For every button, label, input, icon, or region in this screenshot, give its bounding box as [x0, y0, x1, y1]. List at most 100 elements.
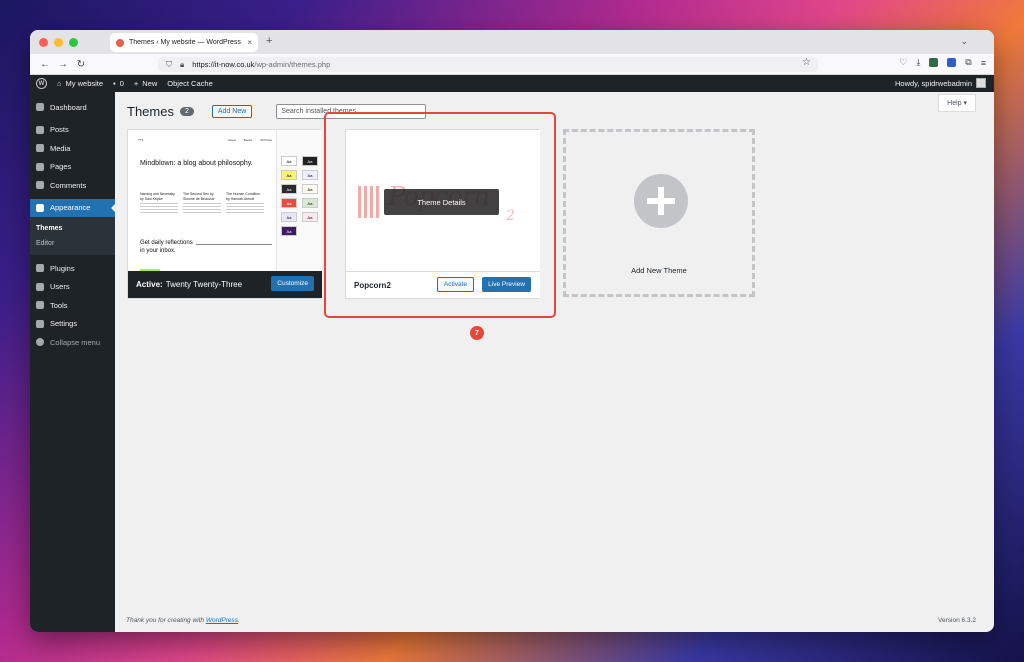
sidebar-item-users[interactable]: Users	[30, 278, 115, 297]
reload-icon[interactable]: ↻	[72, 59, 90, 70]
sidebar-item-posts[interactable]: Posts	[30, 121, 115, 140]
step-marker: 7	[470, 326, 484, 340]
style-swatch: Aa	[302, 198, 318, 208]
footer-thanks: Thank you for creating with WordPress.	[126, 617, 240, 624]
appearance-submenu: Themes Editor	[30, 217, 115, 255]
active-theme-name: Twenty Twenty-Three	[165, 280, 243, 289]
howdy-text: Howdy, spidrwebadmin	[895, 78, 972, 88]
pin-icon	[36, 125, 44, 134]
extensions-puzzle-icon[interactable]: ⧉	[965, 57, 971, 68]
style-swatch: Aa	[281, 184, 297, 194]
extension-blue-icon[interactable]	[947, 58, 957, 67]
pocket-icon[interactable]: ♡	[899, 57, 907, 68]
back-icon[interactable]: ←	[36, 59, 54, 70]
sidebar-item-plugins[interactable]: Plugins	[30, 259, 115, 278]
sidebar-item-label: Posts	[50, 125, 69, 135]
page-icon	[36, 162, 44, 171]
style-swatch: Aa	[281, 170, 297, 180]
users-icon	[36, 282, 44, 291]
theme-screenshot[interactable]: TT3 About Books All Posts Mindblown: a blo…	[128, 130, 322, 271]
sidebar-item-tools[interactable]: Tools	[30, 296, 115, 315]
comments-link[interactable]: ▪ 0	[113, 79, 124, 88]
wordpress-link[interactable]: WordPress	[206, 617, 238, 624]
minimize-window-button[interactable]	[54, 37, 63, 47]
style-swatch: Aa	[302, 212, 318, 222]
wp-logo-menu[interactable]: W	[36, 78, 47, 89]
avatar	[976, 78, 986, 88]
home-icon: ⌂	[57, 79, 62, 88]
style-swatch: Aa	[302, 156, 318, 166]
account-menu[interactable]: Howdy, spidrwebadmin	[895, 78, 986, 88]
site-name-link[interactable]: ⌂ My website	[57, 79, 103, 88]
toolbar-icons: ♡ ⤓ ⧉ ≡	[899, 57, 986, 68]
tab-close-icon[interactable]: ×	[247, 38, 252, 47]
sidebar-item-comments[interactable]: Comments	[30, 176, 115, 195]
screenshot-post: The Second Sex by Simone de Beauvoir	[183, 192, 221, 214]
plug-icon	[36, 264, 44, 273]
highlight-box	[324, 112, 556, 318]
add-new-theme-label: Add New Theme	[631, 266, 687, 275]
collapse-menu-button[interactable]: Collapse menu	[30, 333, 115, 352]
lock-icon[interactable]: 🔒︎	[180, 60, 184, 70]
extension-green-icon[interactable]	[929, 58, 939, 67]
paintbrush-icon	[36, 203, 44, 212]
theme-card-active[interactable]: TT3 About Books All Posts Mindblown: a blo…	[127, 129, 322, 299]
screenshot-newsletter: Get daily reflections in your inbox.	[140, 240, 193, 254]
page-title: Themes	[127, 104, 174, 119]
object-cache-menu[interactable]: Object Cache	[167, 79, 212, 88]
url-host: https://it-now.co.uk	[192, 60, 255, 69]
style-swatch: Aa	[281, 198, 297, 208]
admin-sidebar: Dashboard Posts Media Pages Comments App…	[30, 92, 115, 632]
collapse-arrow-icon	[36, 338, 44, 347]
new-label: New	[142, 79, 158, 88]
screenshot-post: The Human Condition by Hannah Arendt	[226, 192, 264, 214]
sidebar-item-label: Comments	[50, 180, 87, 190]
bookmark-star-icon[interactable]: ☆	[802, 57, 811, 68]
plus-icon	[634, 174, 688, 228]
main-content: Themes 2 Add New Search installed themes…	[115, 92, 994, 632]
comments-count: 0	[119, 79, 124, 88]
theme-count-badge: 2	[179, 107, 194, 116]
zoom-window-button[interactable]	[69, 37, 78, 47]
sidebar-item-media[interactable]: Media	[30, 139, 115, 158]
submenu-item-editor[interactable]: Editor	[30, 236, 115, 251]
browser-tab[interactable]: Themes ‹ My website — WordPress ×	[110, 33, 258, 52]
sidebar-item-label: Pages	[50, 162, 72, 172]
forward-icon[interactable]: →	[54, 59, 72, 70]
screenshot-site-title: TT3	[138, 138, 144, 142]
dashboard-icon	[36, 103, 44, 112]
sidebar-item-settings[interactable]: Settings	[30, 315, 115, 334]
settings-icon	[36, 319, 44, 328]
sidebar-item-label: Settings	[50, 319, 78, 329]
sidebar-item-appearance[interactable]: Appearance	[30, 198, 115, 217]
style-swatch: Aa	[281, 212, 297, 222]
new-tab-button[interactable]: +	[266, 35, 272, 47]
comment-bubble-icon: ▪	[113, 79, 116, 88]
downloads-icon[interactable]: ⤓	[916, 57, 920, 68]
style-swatch: Aa	[302, 184, 318, 194]
add-new-button[interactable]: Add New	[211, 105, 253, 118]
new-content-menu[interactable]: + New	[134, 79, 157, 88]
object-cache-label: Object Cache	[167, 79, 213, 88]
close-window-button[interactable]	[39, 37, 48, 47]
style-swatch: Aa	[281, 226, 297, 236]
customize-button[interactable]: Customize	[271, 276, 314, 291]
sidebar-item-label: Dashboard	[50, 102, 87, 112]
style-variations-panel: Aa Aa Aa Aa Aa Aa Aa Aa Aa Aa Aa	[276, 130, 322, 271]
menu-hamburger-icon[interactable]: ≡	[981, 58, 986, 68]
tabs-menu-chevron-icon[interactable]: ⌄	[960, 36, 968, 47]
sidebar-item-label: Appearance	[50, 203, 91, 213]
sidebar-item-label: Tools	[50, 300, 68, 310]
help-button[interactable]: Help ▾	[938, 94, 976, 112]
submenu-item-themes[interactable]: Themes	[30, 221, 115, 236]
add-new-theme-card[interactable]: Add New Theme	[563, 129, 755, 297]
sidebar-item-dashboard[interactable]: Dashboard	[30, 98, 115, 117]
style-swatch: Aa	[281, 156, 297, 166]
screenshot-nav: About Books All Posts	[228, 138, 272, 142]
sidebar-item-pages[interactable]: Pages	[30, 158, 115, 177]
sidebar-item-label: Users	[50, 282, 70, 292]
url-bar[interactable]: ⛉ 🔒︎ https://it-now.co.uk/wp-admin/theme…	[158, 57, 818, 72]
active-theme-footer: Active: Twenty Twenty-Three Customize	[128, 271, 322, 298]
shield-icon[interactable]: ⛉	[166, 60, 172, 70]
favicon-icon	[116, 38, 124, 47]
